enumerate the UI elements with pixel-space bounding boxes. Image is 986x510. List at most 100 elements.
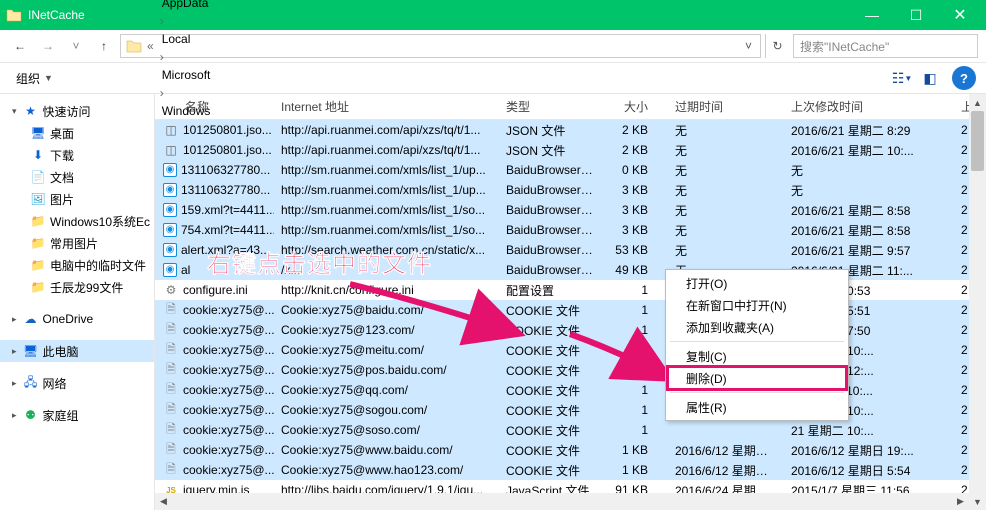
chevron-right-icon[interactable]: « [145, 39, 156, 53]
file-icon: ◉ [163, 183, 177, 197]
file-name: cookie:xyz75@... [183, 443, 275, 457]
ctx-open-new-window[interactable]: 在新窗口中打开(N) [668, 294, 846, 316]
file-name: cookie:xyz75@... [183, 303, 275, 317]
file-url: Cookie:xyz75@www.baidu.com/ [275, 443, 500, 457]
file-expire: 无 [655, 182, 785, 199]
file-row[interactable]: 🗎cookie:xyz75@...Cookie:xyz75@soso.com/C… [155, 420, 986, 440]
scroll-thumb[interactable] [971, 111, 984, 171]
horizontal-scrollbar[interactable]: ◀ ▶ [155, 493, 969, 510]
nav-network[interactable]: ▸🖧网络 [0, 372, 154, 394]
scroll-right-icon[interactable]: ▶ [952, 493, 969, 510]
file-icon: ◉ [163, 263, 177, 277]
nav-homegroup[interactable]: ▸⚉家庭组 [0, 404, 154, 426]
file-row[interactable]: 🗎cookie:xyz75@...Cookie:xyz75@www.baidu.… [155, 440, 986, 460]
scroll-left-icon[interactable]: ◀ [155, 493, 172, 510]
file-name: 101250801.jso... [183, 143, 272, 157]
nav-onedrive[interactable]: ▸☁OneDrive [0, 308, 154, 330]
nav-quick-access[interactable]: ▾★快速访问 [0, 100, 154, 122]
nav-documents[interactable]: 📄文档 [0, 166, 154, 188]
nav-renchen[interactable]: 📁壬辰龙99文件 [0, 276, 154, 298]
nav-commonpic[interactable]: 📁常用图片 [0, 232, 154, 254]
file-modified: 无 [785, 162, 955, 179]
breadcrumb-bar[interactable]: « 用户›xyz75›AppData›Local›Microsoft›Windo… [120, 34, 761, 58]
breadcrumb-segment[interactable]: AppData [158, 0, 223, 14]
file-url: http://api.ruanmei.com/api/xzs/tq/t/1... [275, 143, 500, 157]
file-type: COOKIE 文件 [500, 462, 600, 479]
nav-desktop[interactable]: 🖥桌面 [0, 122, 154, 144]
folder-icon [4, 6, 24, 24]
vertical-scrollbar[interactable]: ▲ ▼ [969, 94, 986, 510]
scroll-up-icon[interactable]: ▲ [969, 94, 986, 111]
file-row[interactable]: ◉754.xml?t=4411...http://sm.ruanmei.com/… [155, 220, 986, 240]
file-row[interactable]: 🗎cookie:xyz75@...Cookie:xyz75@sogou.com/… [155, 400, 986, 420]
scroll-down-icon[interactable]: ▼ [969, 493, 986, 510]
help-button[interactable]: ? [952, 66, 976, 90]
file-expire: 无 [655, 202, 785, 219]
search-input[interactable]: 搜索"INetCache" [793, 34, 978, 58]
file-row[interactable]: 🗎cookie:xyz75@...Cookie:xyz75@qq.com/COO… [155, 380, 986, 400]
ctx-delete[interactable]: 删除(D) [668, 367, 846, 389]
col-name[interactable]: 名称 [155, 98, 275, 115]
chevron-right-icon[interactable]: › [158, 50, 166, 64]
cloud-icon: ☁ [23, 311, 39, 327]
col-modified[interactable]: 上次修改时间 [785, 98, 955, 115]
chevron-right-icon[interactable]: › [158, 14, 166, 28]
view-mode-button[interactable]: ☷ ▼ [888, 66, 916, 90]
breadcrumb-segment[interactable]: Microsoft [158, 64, 223, 86]
col-size[interactable]: 大小 [600, 98, 655, 115]
file-row[interactable]: ◉131106327780...http://sm.ruanmei.com/xm… [155, 180, 986, 200]
file-icon: 🗎 [163, 302, 179, 318]
file-row[interactable]: 🗎cookie:xyz75@...Cookie:xyz75@baidu.com/… [155, 300, 986, 320]
expand-caret-icon[interactable]: ▸ [12, 410, 17, 421]
col-expire[interactable]: 过期时间 [655, 98, 785, 115]
nav-win10[interactable]: 📁Windows10系统Ec [0, 210, 154, 232]
file-row[interactable]: 🗎cookie:xyz75@...Cookie:xyz75@pos.baidu.… [155, 360, 986, 380]
up-button[interactable]: ↑ [92, 34, 116, 58]
file-row[interactable]: ◉al/x...BaiduBrowser H...49 KB无2016/6/21… [155, 260, 986, 280]
file-row[interactable]: ⚙configure.inihttp://knit.cn/configure.i… [155, 280, 986, 300]
file-name: 131106327780... [181, 183, 270, 197]
close-button[interactable]: ✕ [938, 0, 982, 30]
file-name: 101250801.jso... [183, 123, 272, 137]
file-url: Cookie:xyz75@sogou.com/ [275, 403, 500, 417]
file-row[interactable]: ◉alert.xml?a=43...http://search.weather.… [155, 240, 986, 260]
back-button[interactable]: ← [8, 34, 32, 58]
file-row[interactable]: 🗎cookie:xyz75@...Cookie:xyz75@123.com/CO… [155, 320, 986, 340]
breadcrumb-segment[interactable]: Local [158, 28, 223, 50]
ctx-add-favorite[interactable]: 添加到收藏夹(A) [668, 316, 846, 338]
recent-dropdown-icon[interactable]: ˅ [64, 34, 88, 58]
minimize-button[interactable]: — [850, 0, 894, 30]
col-type[interactable]: 类型 [500, 98, 600, 115]
refresh-button[interactable]: ↻ [765, 34, 789, 58]
address-bar: ← → ˅ ↑ « 用户›xyz75›AppData›Local›Microso… [0, 30, 986, 62]
nav-downloads[interactable]: ⬇下载 [0, 144, 154, 166]
column-headers: 名称 Internet 地址 类型 大小 过期时间 上次修改时间 上 [155, 94, 986, 120]
file-icon: ◉ [163, 223, 177, 237]
ctx-copy[interactable]: 复制(C) [668, 345, 846, 367]
file-row[interactable]: 🗎cookie:xyz75@...Cookie:xyz75@www.hao123… [155, 460, 986, 480]
preview-pane-button[interactable]: ◧ [916, 66, 944, 90]
file-row[interactable]: ◫101250801.jso...http://api.ruanmei.com/… [155, 120, 986, 140]
file-size: 0 KB [600, 163, 655, 177]
address-dropdown-icon[interactable]: ˅ [741, 39, 756, 53]
nav-tempfiles[interactable]: 📁电脑中的临时文件 [0, 254, 154, 276]
expand-caret-icon[interactable]: ▸ [12, 378, 17, 389]
expand-caret-icon[interactable]: ▸ [12, 314, 17, 325]
nav-pictures[interactable]: 🖼图片 [0, 188, 154, 210]
ctx-open[interactable]: 打开(O) [668, 272, 846, 294]
file-size: 1 [600, 403, 655, 417]
file-row[interactable]: ◉159.xml?t=4411...http://sm.ruanmei.com/… [155, 200, 986, 220]
file-icon: 🗎 [163, 322, 179, 338]
nav-this-pc[interactable]: ▸🖥此电脑 [0, 340, 154, 362]
maximize-button[interactable]: ☐ [894, 0, 938, 30]
expand-caret-icon[interactable]: ▸ [12, 346, 17, 357]
expand-caret-icon[interactable]: ▾ [12, 106, 17, 117]
file-size: 1 [600, 423, 655, 437]
file-row[interactable]: 🗎cookie:xyz75@...Cookie:xyz75@meitu.com/… [155, 340, 986, 360]
col-url[interactable]: Internet 地址 [275, 98, 500, 115]
file-row[interactable]: ◫101250801.jso...http://api.ruanmei.com/… [155, 140, 986, 160]
file-row[interactable]: ◉131106327780...http://sm.ruanmei.com/xm… [155, 160, 986, 180]
organize-button[interactable]: 组织 ▼ [10, 64, 59, 92]
forward-button[interactable]: → [36, 34, 60, 58]
ctx-properties[interactable]: 属性(R) [668, 396, 846, 418]
